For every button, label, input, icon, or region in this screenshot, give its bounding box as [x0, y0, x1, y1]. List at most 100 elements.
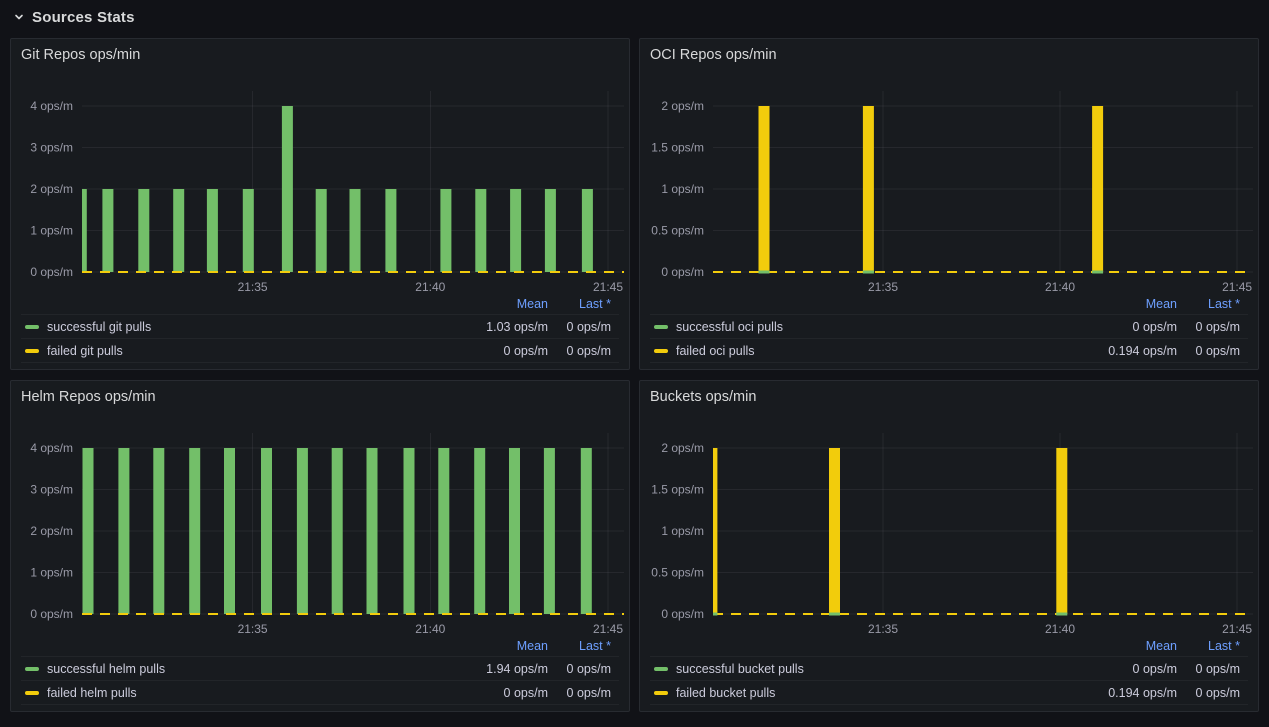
- svg-text:1 ops/m: 1 ops/m: [661, 524, 704, 538]
- panel-title-git-repos[interactable]: Git Repos ops/min: [21, 47, 140, 63]
- series-last-value: 0 ops/m: [556, 686, 611, 700]
- series-label[interactable]: successful git pulls: [47, 320, 151, 334]
- series-mean-value: 1.03 ops/m: [418, 320, 548, 334]
- series-swatch-icon[interactable]: [654, 325, 668, 329]
- chart-oci-repos[interactable]: 0 ops/m 0.5 ops/m 1 ops/m 1.5 ops/m 2 ops/m 2…: [640, 91, 1259, 294]
- legend-col-mean[interactable]: Mean: [418, 297, 548, 311]
- legend-row-successful-git-pulls: successful git pulls 1.03 ops/m 0 ops/m: [21, 315, 619, 339]
- series-swatch-icon[interactable]: [654, 349, 668, 353]
- svg-text:1 ops/m: 1 ops/m: [30, 224, 73, 238]
- svg-text:2 ops/m: 2 ops/m: [30, 524, 73, 538]
- series-mean-value: 0.194 ops/m: [1047, 344, 1177, 358]
- legend-header: Mean Last *: [650, 294, 1248, 315]
- series-label[interactable]: failed oci pulls: [676, 344, 755, 358]
- series-mean-value: 1.94 ops/m: [418, 662, 548, 676]
- svg-text:21:40: 21:40: [415, 280, 445, 294]
- svg-text:21:40: 21:40: [1045, 622, 1075, 636]
- svg-text:2 ops/m: 2 ops/m: [661, 99, 704, 113]
- series-label[interactable]: successful bucket pulls: [676, 662, 804, 676]
- svg-text:21:35: 21:35: [238, 280, 268, 294]
- svg-text:1.5 ops/m: 1.5 ops/m: [651, 141, 704, 155]
- legend-row-successful-oci-pulls: successful oci pulls 0 ops/m 0 ops/m: [650, 315, 1248, 339]
- section-title: Sources Stats: [32, 9, 135, 26]
- series-label[interactable]: failed bucket pulls: [676, 686, 775, 700]
- svg-text:0 ops/m: 0 ops/m: [661, 265, 704, 279]
- legend-col-last[interactable]: Last *: [1185, 639, 1240, 653]
- series-last-value: 0 ops/m: [1185, 662, 1240, 676]
- panel-oci-repos: OCI Repos ops/min 0 ops/m 0.5 ops/m 1 ops/…: [639, 38, 1259, 370]
- chart-helm-repos[interactable]: 0 ops/m1 ops/m2 ops/m3 ops/m4 ops/m21:35…: [11, 433, 630, 636]
- series-swatch-icon[interactable]: [25, 667, 39, 671]
- series-swatch-icon[interactable]: [654, 691, 668, 695]
- legend-row-failed-bucket-pulls: failed bucket pulls 0.194 ops/m 0 ops/m: [650, 681, 1248, 705]
- svg-text:21:45: 21:45: [593, 622, 623, 636]
- series-swatch-icon[interactable]: [25, 349, 39, 353]
- chart-buckets[interactable]: 0 ops/m 0.5 ops/m 1 ops/m 1.5 ops/m 2 ops/m 2…: [640, 433, 1259, 636]
- series-last-value: 0 ops/m: [556, 344, 611, 358]
- svg-text:3 ops/m: 3 ops/m: [30, 483, 73, 497]
- series-swatch-icon[interactable]: [654, 667, 668, 671]
- legend-git-repos: Mean Last * successful git pulls 1.03 op…: [21, 294, 619, 363]
- series-mean-value: 0 ops/m: [418, 686, 548, 700]
- svg-text:21:45: 21:45: [1222, 622, 1252, 636]
- svg-text:1 ops/m: 1 ops/m: [30, 566, 73, 580]
- svg-text:1 ops/m: 1 ops/m: [661, 182, 704, 196]
- series-swatch-icon[interactable]: [25, 325, 39, 329]
- chart-git-repos[interactable]: 0 ops/m 1 ops/m 2 ops/m 3 ops/m 4 ops/m 21:35…: [11, 91, 630, 294]
- svg-text:2 ops/m: 2 ops/m: [30, 182, 73, 196]
- legend-header: Mean Last *: [21, 636, 619, 657]
- svg-text:0.5 ops/m: 0.5 ops/m: [651, 566, 704, 580]
- svg-text:3 ops/m: 3 ops/m: [30, 141, 73, 155]
- series-swatch-icon[interactable]: [25, 691, 39, 695]
- series-mean-value: 0 ops/m: [418, 344, 548, 358]
- legend-row-successful-helm-pulls: successful helm pulls 1.94 ops/m 0 ops/m: [21, 657, 619, 681]
- panel-title-buckets[interactable]: Buckets ops/min: [650, 389, 756, 405]
- grafana-dashboard: Sources Stats Git Repos ops/min 0 ops/m 1…: [0, 0, 1269, 727]
- row-sources-stats-toggle[interactable]: Sources Stats: [12, 4, 135, 30]
- legend-header: Mean Last *: [650, 636, 1248, 657]
- panel-git-repos: Git Repos ops/min 0 ops/m 1 ops/m 2 ops/m 3…: [10, 38, 630, 370]
- legend-buckets: Mean Last * successful bucket pulls 0 op…: [650, 636, 1248, 705]
- legend-col-last[interactable]: Last *: [1185, 297, 1240, 311]
- series-label[interactable]: successful helm pulls: [47, 662, 165, 676]
- legend-row-failed-helm-pulls: failed helm pulls 0 ops/m 0 ops/m: [21, 681, 619, 705]
- legend-header: Mean Last *: [21, 294, 619, 315]
- svg-text:0.5 ops/m: 0.5 ops/m: [651, 224, 704, 238]
- legend-col-mean[interactable]: Mean: [418, 639, 548, 653]
- legend-col-last[interactable]: Last *: [556, 639, 611, 653]
- series-label[interactable]: failed git pulls: [47, 344, 123, 358]
- panel-helm-repos: Helm Repos ops/min 0 ops/m 1 ops/m 2 ops/m…: [10, 380, 630, 712]
- svg-text:0 ops/m: 0 ops/m: [30, 265, 73, 279]
- legend-row-successful-bucket-pulls: successful bucket pulls 0 ops/m 0 ops/m: [650, 657, 1248, 681]
- svg-text:21:35: 21:35: [238, 622, 268, 636]
- series-mean-value: 0 ops/m: [1047, 320, 1177, 334]
- legend-col-mean[interactable]: Mean: [1047, 297, 1177, 311]
- series-mean-value: 0.194 ops/m: [1047, 686, 1177, 700]
- svg-text:21:40: 21:40: [1045, 280, 1075, 294]
- series-last-value: 0 ops/m: [1185, 344, 1240, 358]
- svg-text:1.5 ops/m: 1.5 ops/m: [651, 483, 704, 497]
- chevron-down-icon: [12, 10, 26, 24]
- series-last-value: 0 ops/m: [1185, 320, 1240, 334]
- legend-helm-repos: Mean Last * successful helm pulls 1.94 o…: [21, 636, 619, 705]
- svg-text:4 ops/m: 4 ops/m: [30, 99, 73, 113]
- series-last-value: 0 ops/m: [556, 320, 611, 334]
- series-last-value: 0 ops/m: [1185, 686, 1240, 700]
- legend-col-mean[interactable]: Mean: [1047, 639, 1177, 653]
- svg-text:21:45: 21:45: [593, 280, 623, 294]
- svg-text:21:35: 21:35: [868, 622, 898, 636]
- legend-oci-repos: Mean Last * successful oci pulls 0 ops/m…: [650, 294, 1248, 363]
- legend-row-failed-git-pulls: failed git pulls 0 ops/m 0 ops/m: [21, 339, 619, 363]
- panel-title-oci-repos[interactable]: OCI Repos ops/min: [650, 47, 777, 63]
- panel-title-helm-repos[interactable]: Helm Repos ops/min: [21, 389, 156, 405]
- series-label[interactable]: successful oci pulls: [676, 320, 783, 334]
- panel-buckets: Buckets ops/min 0 ops/m 0.5 ops/m 1 ops/m 1…: [639, 380, 1259, 712]
- series-mean-value: 0 ops/m: [1047, 662, 1177, 676]
- legend-col-last[interactable]: Last *: [556, 297, 611, 311]
- svg-text:0 ops/m: 0 ops/m: [661, 607, 704, 621]
- svg-text:21:45: 21:45: [1222, 280, 1252, 294]
- svg-text:4 ops/m: 4 ops/m: [30, 441, 73, 455]
- series-label[interactable]: failed helm pulls: [47, 686, 137, 700]
- svg-text:2 ops/m: 2 ops/m: [661, 441, 704, 455]
- series-last-value: 0 ops/m: [556, 662, 611, 676]
